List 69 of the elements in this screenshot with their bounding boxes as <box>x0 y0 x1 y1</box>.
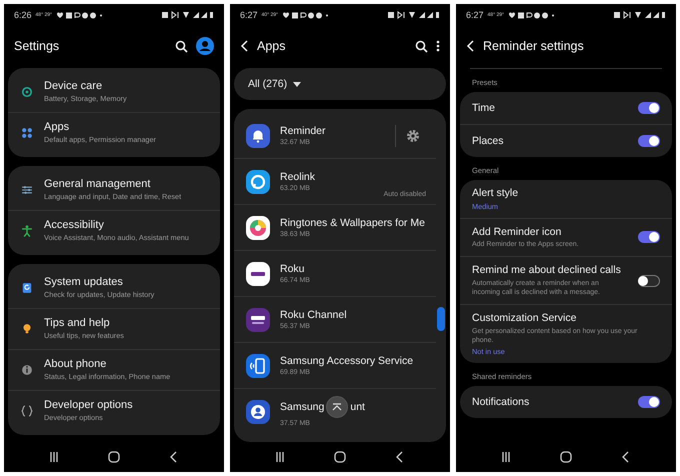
screen-title: Reminder settings <box>483 39 584 53</box>
info-icon <box>20 363 34 377</box>
settings-row[interactable]: Time <box>460 92 672 124</box>
profile-button[interactable] <box>196 37 214 55</box>
back-arrow-button[interactable] <box>240 40 249 52</box>
system-icons-drawing <box>388 11 440 19</box>
toggle-switch[interactable] <box>638 274 660 287</box>
gear-icon <box>406 128 420 142</box>
app-name: Samsung <box>280 401 324 413</box>
caret-icon <box>293 82 302 86</box>
bell-icon <box>246 124 270 148</box>
app-name: Reolink <box>280 171 316 183</box>
search-button[interactable] <box>415 40 428 52</box>
screen-title: Settings <box>14 39 60 53</box>
app-name: Roku <box>280 263 305 275</box>
update-icon <box>20 281 34 295</box>
scroll-to-top-button[interactable] <box>326 396 348 418</box>
phone-icon <box>246 354 270 378</box>
toggle-switch[interactable] <box>638 102 660 114</box>
home-button[interactable] <box>559 451 573 463</box>
toggle-switch[interactable] <box>638 231 660 244</box>
person-icon <box>246 400 270 424</box>
app-name: Roku Channel <box>280 309 347 321</box>
settings-row[interactable]: Places <box>460 124 672 157</box>
item-title: System updates <box>44 276 124 288</box>
status-time: 6:27 <box>240 10 258 20</box>
row-title: Add Reminder icon <box>472 226 562 238</box>
status-time: 6:27 <box>466 10 484 20</box>
figure-icon <box>20 224 34 238</box>
app-name: Samsung Accessory Service <box>280 355 414 367</box>
search-button[interactable] <box>175 40 188 52</box>
braces-icon <box>20 404 34 418</box>
toggle-switch[interactable] <box>638 396 660 408</box>
grid-icon <box>20 126 34 140</box>
item-title: Tips and help <box>44 317 111 330</box>
home-button[interactable] <box>333 451 347 463</box>
logo-icon <box>246 262 270 286</box>
chevron-up-icon <box>332 403 342 411</box>
system-icons-drawing <box>614 11 666 19</box>
row-title: Time <box>472 102 496 114</box>
row-title: Customization Service <box>472 312 578 325</box>
app-name: Reminder <box>280 125 326 137</box>
status-time: 6:26 <box>14 10 32 20</box>
back-arrow-button[interactable] <box>466 40 475 52</box>
screen-title: Apps <box>257 39 286 53</box>
sliders-icon <box>20 183 34 197</box>
app-name: unt <box>350 401 365 413</box>
care-icon <box>20 85 34 99</box>
toggle-switch[interactable] <box>638 135 660 147</box>
scrollbar-thumb[interactable] <box>437 307 445 331</box>
app-name: Ringtones & Wallpapers for Me <box>280 217 425 229</box>
filter-dropdown[interactable]: All (276) <box>234 68 446 100</box>
home-button[interactable] <box>107 451 121 463</box>
item-title: Apps <box>44 121 70 134</box>
pinwheel-icon <box>246 216 270 240</box>
row-title: Places <box>472 134 505 148</box>
settings-row[interactable]: Notifications <box>460 386 672 418</box>
row-title: Notifications <box>472 396 530 408</box>
more-options-button[interactable] <box>436 40 440 52</box>
item-title: General management <box>44 178 152 190</box>
item-title: Accessibility <box>44 219 105 232</box>
item-title: Device care <box>44 80 104 92</box>
item-title: About phone <box>44 358 108 370</box>
chat-icon <box>246 170 270 194</box>
row-title: Remind me about declined calls <box>472 264 622 277</box>
row-title: Alert style <box>472 187 520 200</box>
system-icons-drawing <box>162 11 214 19</box>
logo-icon <box>246 308 270 332</box>
item-title: Developer options <box>44 399 133 412</box>
